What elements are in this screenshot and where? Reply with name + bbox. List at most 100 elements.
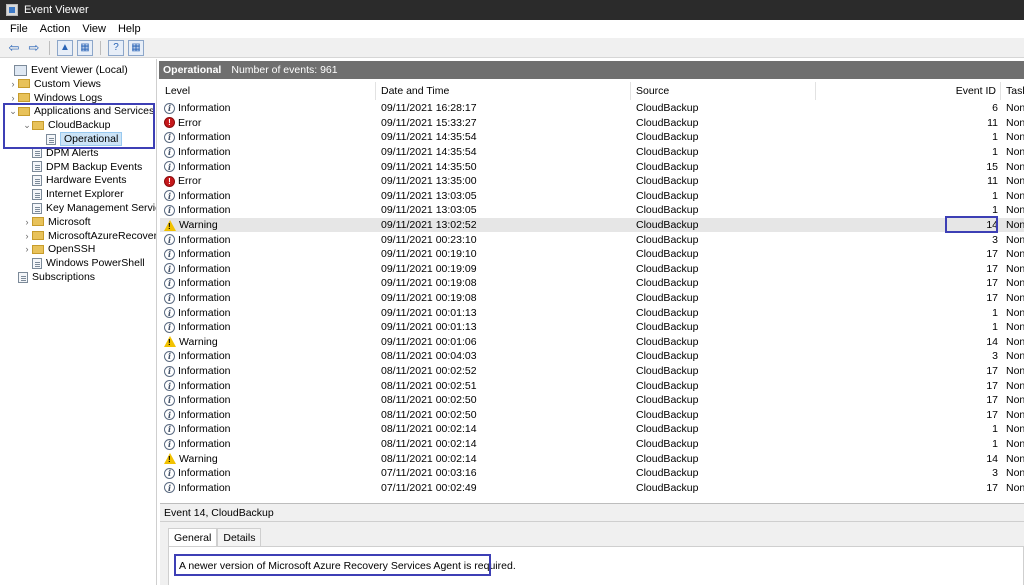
column-header-source[interactable]: Source [631, 82, 816, 100]
information-icon: i [164, 482, 175, 494]
cell-date: 08/11/2021 00:04:03 [381, 350, 477, 363]
column-header-level[interactable]: Level [160, 82, 376, 100]
menu-action[interactable]: Action [34, 23, 77, 35]
information-icon: i [164, 292, 175, 304]
cell-event-id: 17 [986, 481, 998, 494]
cell-event-id: 1 [992, 423, 998, 436]
tree-item[interactable]: › OpenSSH [22, 242, 96, 256]
show-hide-tree-icon[interactable]: ▦ [77, 39, 93, 56]
back-arrow-icon[interactable]: ⇦ [6, 40, 22, 56]
information-icon: i [164, 394, 175, 406]
cell-event-id: 17 [986, 365, 998, 378]
chevron-right-icon[interactable]: › [8, 93, 18, 103]
level-text: Information [178, 146, 231, 159]
information-icon: i [164, 190, 175, 202]
cell-source: CloudBackup [636, 394, 699, 407]
menu-file[interactable]: File [4, 23, 34, 35]
chevron-right-icon[interactable]: › [22, 231, 32, 241]
tree-item[interactable]: Hardware Events [22, 173, 127, 187]
folder-up-icon[interactable]: ▲ [57, 39, 73, 56]
menu-bar: File Action View Help [0, 20, 1024, 38]
table-row[interactable]: i Information 09/11/2021 14:35:50 CloudBack… [160, 159, 1024, 174]
event-viewer-icon [14, 64, 27, 76]
information-icon: i [164, 131, 175, 143]
cell-task: Non [1006, 481, 1024, 494]
tree-item[interactable]: › Custom Views [8, 77, 101, 91]
table-row[interactable]: i Information 09/11/2021 16:28:17 CloudBack… [160, 101, 1024, 116]
table-row[interactable]: i Information 07/11/2021 00:02:49 CloudBack… [160, 481, 1024, 496]
tree-item[interactable]: DPM Backup Events [22, 160, 142, 174]
tree-item[interactable]: › Microsoft [22, 215, 91, 229]
table-row[interactable]: i Information 08/11/2021 00:02:51 CloudBack… [160, 378, 1024, 393]
tree-item[interactable]: Key Management Service [22, 201, 156, 215]
table-row[interactable]: i Information 09/11/2021 14:35:54 CloudBack… [160, 130, 1024, 145]
column-header-event-id[interactable]: Event ID [816, 82, 1001, 100]
information-icon: i [164, 467, 175, 479]
column-header-date[interactable]: Date and Time [376, 82, 631, 100]
table-row[interactable]: i Information 09/11/2021 00:01:13 CloudBack… [160, 305, 1024, 320]
cell-task: Non [1006, 292, 1024, 305]
properties-icon[interactable]: ▦ [128, 39, 144, 56]
table-row[interactable]: Warning09/11/2021 13:02:52CloudBackup14N… [160, 217, 1024, 233]
table-row[interactable]: i Information 09/11/2021 00:19:08 CloudBack… [160, 276, 1024, 291]
cell-source: CloudBackup [636, 467, 699, 480]
column-header-task[interactable]: Task [1001, 82, 1024, 100]
cell-source: CloudBackup [636, 102, 699, 115]
table-row[interactable]: Warning 08/11/2021 00:02:14 CloudBackup 14 N… [160, 451, 1024, 466]
information-icon: i [164, 204, 175, 216]
help-icon[interactable]: ? [108, 39, 124, 56]
table-row[interactable]: i Information 09/11/2021 00:19:09 CloudBack… [160, 262, 1024, 277]
menu-view[interactable]: View [76, 23, 112, 35]
cell-level: i Information [164, 145, 374, 160]
tree-item[interactable]: Subscriptions [8, 270, 95, 284]
table-row[interactable]: i Information 07/11/2021 00:03:16 CloudBack… [160, 466, 1024, 481]
table-row[interactable]: i Information 09/11/2021 13:03:05 CloudBack… [160, 189, 1024, 204]
table-row[interactable]: i Information 08/11/2021 00:02:50 CloudBack… [160, 408, 1024, 423]
log-icon [32, 188, 42, 200]
level-text: Information [178, 365, 231, 378]
tree-item[interactable]: Internet Explorer [22, 187, 124, 201]
table-row[interactable]: ! Error 09/11/2021 13:35:00 CloudBackup 11 No… [160, 174, 1024, 189]
tree-item[interactable]: › MicrosoftAzureRecovery [22, 229, 157, 243]
table-row[interactable]: i Information 08/11/2021 00:02:14 CloudBack… [160, 437, 1024, 452]
table-row[interactable]: i Information 08/11/2021 00:02:50 CloudBack… [160, 393, 1024, 408]
chevron-right-icon[interactable]: › [22, 244, 32, 254]
cell-event-id: 17 [986, 394, 998, 407]
tree-item[interactable]: Windows PowerShell [22, 256, 145, 270]
cell-task: Non [1006, 262, 1024, 275]
level-text: Information [178, 438, 231, 451]
table-row[interactable]: i Information 09/11/2021 00:19:10 CloudBack… [160, 247, 1024, 262]
information-icon: i [164, 423, 175, 435]
cell-source: CloudBackup [636, 408, 699, 421]
cell-event-id: 17 [986, 379, 998, 392]
table-row[interactable]: i Information 09/11/2021 00:23:10 CloudBack… [160, 232, 1024, 247]
table-row[interactable]: i Information 09/11/2021 14:35:54 CloudBack… [160, 145, 1024, 160]
tab-general[interactable]: General [168, 528, 218, 546]
cell-source: CloudBackup [636, 365, 699, 378]
table-row[interactable]: i Information 08/11/2021 00:04:03 CloudBack… [160, 349, 1024, 364]
cell-source: CloudBackup [636, 335, 699, 348]
cell-task: Non [1006, 233, 1024, 246]
chevron-right-icon[interactable]: › [8, 79, 18, 89]
cell-level: i Information [164, 232, 374, 247]
warning-icon [164, 453, 176, 465]
table-row[interactable]: Warning 09/11/2021 00:01:06 CloudBackup 14 N… [160, 335, 1024, 350]
table-row[interactable]: i Information 08/11/2021 00:02:52 CloudBack… [160, 364, 1024, 379]
cell-level: ! Error [164, 116, 374, 131]
cell-level: i Information [164, 378, 374, 393]
table-row[interactable]: i Information 09/11/2021 13:03:05 CloudBack… [160, 203, 1024, 218]
forward-arrow-icon[interactable]: ⇨ [26, 40, 42, 56]
cell-event-id: 11 [987, 116, 998, 129]
cell-date: 09/11/2021 13:03:05 [381, 189, 477, 202]
tab-details[interactable]: Details [217, 528, 262, 546]
log-icon [32, 202, 42, 214]
chevron-right-icon[interactable]: › [22, 217, 32, 227]
tree-item[interactable]: Event Viewer (Local) [4, 63, 128, 77]
table-row[interactable]: i Information 09/11/2021 00:19:08 CloudBack… [160, 291, 1024, 306]
menu-help[interactable]: Help [112, 23, 147, 35]
level-text: Information [178, 131, 231, 144]
table-row[interactable]: i Information 08/11/2021 00:02:14 CloudBack… [160, 422, 1024, 437]
table-row[interactable]: ! Error 09/11/2021 15:33:27 CloudBackup 11 No… [160, 116, 1024, 131]
information-icon: i [164, 365, 175, 377]
table-row[interactable]: i Information 09/11/2021 00:01:13 CloudBack… [160, 320, 1024, 335]
